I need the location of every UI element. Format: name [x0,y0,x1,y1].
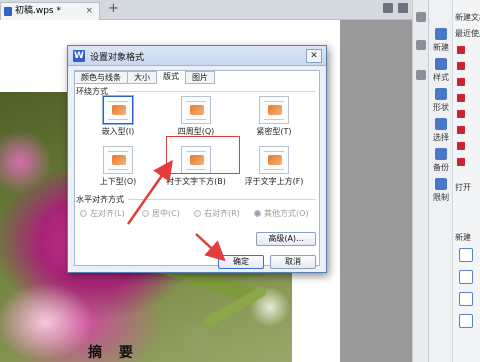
document-tab[interactable]: 初稿.wps * × [0,2,100,20]
recent-file-item[interactable] [455,76,480,88]
advanced-button[interactable]: 高级(A)... [256,232,316,246]
backup-icon [435,148,447,160]
new-doc-icon[interactable] [459,292,473,306]
wrap-square-option[interactable]: 四周型(Q) [166,96,226,140]
highlight-box [166,136,240,174]
wrap-inline-option[interactable]: 嵌入型(I) [88,96,148,140]
backup-tool[interactable]: 备份 [429,148,453,173]
recent-file-item[interactable] [455,60,480,72]
dialog-titlebar[interactable]: W 设置对象格式 ✕ [68,46,326,66]
wrap-topbottom-icon [103,146,133,174]
open-link[interactable]: 打开 [455,182,471,193]
wrap-front-text-option[interactable]: 浮于文字上方(F) [244,146,304,190]
new-file-icon[interactable] [459,314,473,328]
cancel-button[interactable]: 取消 [270,255,316,269]
file-icon [457,142,465,150]
shape-tool[interactable]: 形状 [429,88,453,113]
new-icon [435,28,447,40]
shape-icon [435,88,447,100]
recent-file-item[interactable] [455,92,480,104]
file-icon [457,126,465,134]
vertical-toolstrip [412,0,428,362]
tab-colors-lines[interactable]: 颜色与线条 [74,71,128,84]
recent-file-item[interactable] [455,156,480,168]
settings-icon[interactable] [416,12,426,22]
new-template-icon[interactable] [459,270,473,284]
new-tab-button[interactable]: + [108,1,119,17]
pane-header: 新建文档 [455,13,480,22]
select-tool[interactable]: 选择 [429,118,453,143]
new-section-label: 新建 [455,233,471,242]
task-pane-tools: 新建 样式 形状 选择 备份 限制 [429,0,453,362]
recent-file-item[interactable] [455,44,480,56]
task-pane-content: 新建文档 最近使用 打开 新建 [453,0,480,362]
recent-file-item[interactable] [455,124,480,136]
align-section-label: 水平对齐方式 [76,195,124,204]
style-tool[interactable]: 样式 [429,58,453,83]
file-icon [457,94,465,102]
file-icon [457,110,465,118]
section-divider [128,199,316,200]
collapse-icon[interactable] [416,70,426,80]
app-icon: W [73,50,85,62]
file-icon [457,62,465,70]
recent-file-item[interactable] [455,140,480,152]
wrap-square-icon [181,96,211,124]
select-icon [435,118,447,130]
style-icon [435,58,447,70]
recent-file-item[interactable] [455,108,480,120]
close-icon[interactable] [398,3,408,13]
tab-size[interactable]: 大小 [127,71,157,84]
close-tab-icon[interactable]: × [85,3,93,19]
file-icon [457,158,465,166]
window-controls [383,3,408,13]
wrap-inline-icon [103,96,133,124]
align-right-radio[interactable]: 右对齐(R) [194,208,240,219]
wrap-front-icon [259,146,289,174]
restore-icon[interactable] [383,3,393,13]
task-pane: 新建 样式 形状 选择 备份 限制 新建文档 最近使用 打开 新建 [428,0,480,362]
restrict-tool[interactable]: 限制 [429,178,453,203]
align-left-radio[interactable]: 左对齐(L) [80,208,125,219]
wrap-topbottom-option[interactable]: 上下型(O) [88,146,148,190]
tab-layout[interactable]: 版式 [156,70,186,84]
restrict-icon [435,178,447,190]
document-heading: 摘 要 [88,345,139,361]
dialog-tabs: 颜色与线条 大小 版式 图片 [74,70,215,84]
file-icon [457,78,465,86]
file-icon [457,46,465,54]
pin-icon[interactable] [416,40,426,50]
dialog-title: 设置对象格式 [90,53,145,63]
new-blank-icon[interactable] [459,248,473,262]
document-tab-label: 初稿.wps * [15,6,61,16]
new-tool[interactable]: 新建 [429,28,453,53]
wrap-tight-icon [259,96,289,124]
document-tab-bar: 初稿.wps * × + [0,0,412,20]
wrap-tight-option[interactable]: 紧密型(T) [244,96,304,140]
tab-picture[interactable]: 图片 [185,71,215,84]
document-icon [4,7,12,16]
align-center-radio[interactable]: 居中(C) [142,208,180,219]
close-icon[interactable]: ✕ [306,49,322,63]
ok-button[interactable]: 确定 [218,255,264,269]
align-other-radio[interactable]: 其他方式(O) [254,208,309,219]
recent-label: 最近使用 [455,29,480,38]
section-divider [116,91,316,92]
